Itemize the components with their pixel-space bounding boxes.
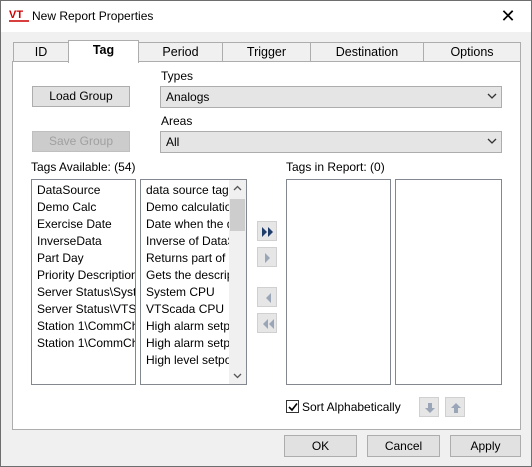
list-item[interactable]: data source tag — [146, 182, 230, 199]
areas-selected-value: All — [166, 135, 180, 149]
move-up-button[interactable] — [445, 397, 465, 417]
arrow-right-icon — [265, 253, 270, 263]
close-icon: ✕ — [500, 6, 516, 26]
chevron-down-icon — [487, 138, 497, 144]
remove-all-button[interactable] — [257, 313, 277, 333]
list-item[interactable]: Exercise Date — [37, 216, 135, 233]
tab-id[interactable]: ID — [13, 42, 69, 62]
list-item[interactable]: System CPU — [146, 284, 230, 301]
arrow-left-icon — [266, 293, 271, 303]
add-all-button[interactable] — [257, 221, 277, 241]
report-tags-name-list[interactable] — [286, 179, 391, 385]
report-tags-description-list[interactable] — [395, 179, 502, 385]
cancel-button[interactable]: Cancel — [367, 435, 440, 457]
types-selected-value: Analogs — [166, 90, 210, 104]
checkmark-icon — [288, 403, 298, 412]
chevron-down-icon — [487, 93, 497, 99]
load-group-button[interactable]: Load Group — [32, 86, 130, 107]
tab-trigger[interactable]: Trigger — [222, 42, 311, 62]
list-item[interactable]: Part Day — [37, 250, 135, 267]
sort-alphabetically-label[interactable]: Sort Alphabetically — [302, 400, 401, 414]
list-item[interactable]: Demo calculation — [146, 199, 230, 216]
list-item[interactable]: High level setpo — [146, 352, 230, 369]
tags-available-label: Tags Available: (54) — [31, 160, 136, 174]
description-list-scrollbar[interactable] — [229, 180, 246, 384]
scroll-up-arrow-icon[interactable] — [233, 185, 242, 191]
list-item[interactable]: Returns part of — [146, 250, 230, 267]
double-arrow-left-icon — [263, 319, 274, 329]
svg-text:VT: VT — [9, 9, 23, 21]
vtscada-logo-icon: VT — [9, 9, 29, 22]
add-selected-button[interactable] — [257, 247, 277, 267]
areas-label: Areas — [161, 114, 193, 128]
arrow-up-icon — [451, 403, 461, 413]
save-group-button[interactable]: Save Group — [32, 131, 130, 152]
list-item[interactable]: Priority Description — [37, 267, 135, 284]
arrow-down-icon — [425, 403, 435, 413]
apply-button[interactable]: Apply — [450, 435, 521, 457]
list-item[interactable]: Station 1\CommCheck — [37, 318, 135, 335]
list-item[interactable]: VTScada CPU — [146, 301, 230, 318]
list-item[interactable]: Gets the descrip — [146, 267, 230, 284]
tab-options[interactable]: Options — [423, 42, 521, 62]
move-down-button[interactable] — [419, 397, 439, 417]
scroll-thumb[interactable] — [230, 199, 245, 231]
scroll-down-arrow-icon[interactable] — [233, 373, 242, 379]
list-item[interactable]: InverseData — [37, 233, 135, 250]
close-button[interactable]: ✕ — [485, 1, 531, 32]
types-label: Types — [161, 69, 194, 83]
list-item[interactable]: Station 1\CommCheck — [37, 335, 135, 352]
tags-in-report-label: Tags in Report: (0) — [286, 160, 385, 174]
title-bar[interactable]: VT New Report Properties ✕ — [1, 1, 531, 32]
available-tags-name-list[interactable]: DataSource Demo Calc Exercise Date Inver… — [31, 179, 136, 385]
double-arrow-right-icon — [262, 227, 273, 237]
list-item[interactable]: High alarm setp — [146, 318, 230, 335]
ok-button[interactable]: OK — [284, 435, 357, 457]
sort-alphabetically-checkbox[interactable] — [286, 400, 299, 413]
list-item[interactable]: Server Status\System — [37, 284, 135, 301]
list-item[interactable]: Date when the d — [146, 216, 230, 233]
list-item[interactable]: Demo Calc — [37, 199, 135, 216]
list-item[interactable]: Server Status\VTScada — [37, 301, 135, 318]
list-item[interactable]: High alarm setp — [146, 335, 230, 352]
tab-period[interactable]: Period — [138, 42, 223, 62]
types-select[interactable]: Analogs — [160, 86, 502, 108]
remove-selected-button[interactable] — [257, 287, 277, 307]
tab-destination[interactable]: Destination — [310, 42, 424, 62]
list-item[interactable]: DataSource — [37, 182, 135, 199]
list-item[interactable]: Inverse of DataS — [146, 233, 230, 250]
areas-select[interactable]: All — [160, 131, 502, 153]
available-tags-description-list[interactable]: data source tag Demo calculation Date wh… — [140, 179, 247, 385]
window-title: New Report Properties — [32, 9, 154, 23]
tab-tag[interactable]: Tag — [68, 40, 139, 63]
